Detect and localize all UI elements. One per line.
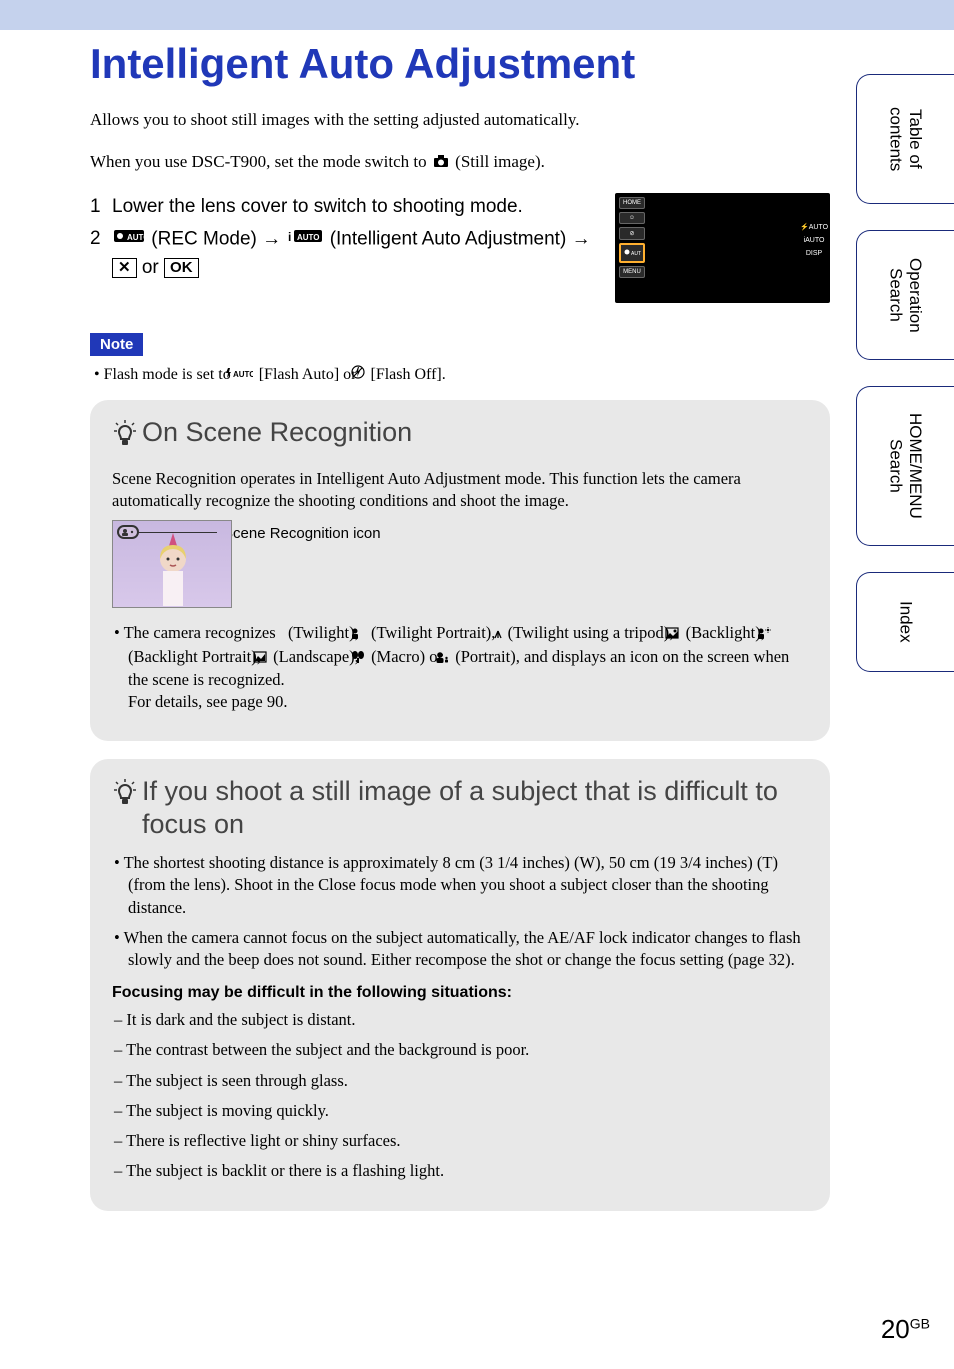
still-image-icon [433, 151, 449, 175]
page-title: Intelligent Auto Adjustment [90, 40, 830, 88]
intelligent-auto-icon: i AUTO [288, 225, 322, 254]
page-content: Intelligent Auto Adjustment Allows you t… [90, 30, 830, 1229]
cp-auto-selected: AUTO [619, 243, 645, 263]
tip2-b1: • The shortest shooting distance is appr… [112, 852, 808, 919]
intro-p2: When you use DSC-T900, set the mode swit… [90, 150, 830, 175]
ok-button: OK [164, 258, 199, 278]
tip2-title: If you shoot a still image of a subject … [142, 775, 808, 840]
tip-scene-recognition: On Scene Recognition Scene Recognition o… [90, 400, 830, 741]
tip1-pre: • The camera recognizes [114, 623, 280, 642]
svg-text:i: i [288, 230, 291, 244]
step2-mid: (Intelligent Auto Adjustment) → [330, 229, 591, 250]
camera-right-strip: ⚡AUTO iAUTO DISP [802, 223, 826, 299]
cp-menu: MENU [619, 266, 645, 278]
tip1-title-row: On Scene Recognition [112, 416, 808, 455]
note-block: Note • Flash mode is set to AUTO [Flash … [90, 333, 830, 387]
tip2-d5: – There is reflective light or shiny sur… [112, 1130, 808, 1152]
person-figure [148, 531, 198, 606]
tab-home-menu-search[interactable]: HOME/MENU Search [856, 386, 954, 546]
cp-home: HOME [619, 197, 645, 209]
cp-iauto: iAUTO [804, 237, 825, 244]
tip1-landscape: (Landscape), [273, 647, 363, 666]
note-mid1: [Flash Auto] or [259, 366, 361, 383]
note-bullet: • Flash mode is set to AUTO [Flash Auto]… [94, 364, 830, 387]
note-pre: • Flash mode is set to [94, 366, 235, 383]
cp-smile-icon: ☺ [619, 212, 645, 224]
intro-block: Allows you to shoot still images with th… [90, 108, 830, 175]
portrait-small-icon [121, 528, 135, 536]
tip1-backlight-portrait: (Backlight Portrait), [128, 647, 265, 666]
tip2-d3: – The subject is seen through glass. [112, 1070, 808, 1092]
step2-num: 2 [90, 225, 112, 282]
tab-index-label: Index [896, 601, 916, 643]
flash-auto-icon: AUTO [237, 364, 253, 386]
note-mid2: [Flash Off]. [371, 366, 446, 383]
tip1-title: On Scene Recognition [142, 416, 412, 448]
scene-image [112, 520, 232, 608]
focus-heading: Focusing may be difficult in the followi… [112, 982, 808, 1004]
tip1-details: For details, see page 90. [128, 692, 287, 711]
page-num-value: 20 [881, 1314, 910, 1344]
tip2-d1: – It is dark and the subject is distant. [112, 1009, 808, 1031]
bulb-icon [112, 779, 138, 814]
camera-left-strip: HOME ☺ ⊘ AUTO MENU [619, 197, 645, 299]
tip2-body: • The shortest shooting distance is appr… [112, 852, 808, 1183]
scene-icon-box [117, 525, 139, 539]
intro-p2-pre: When you use DSC-T900, set the mode swit… [90, 152, 431, 171]
cp-disp: DISP [806, 250, 822, 257]
tip-focus-difficult: If you shoot a still image of a subject … [90, 759, 830, 1210]
note-label: Note [90, 333, 143, 356]
steps-row: 1 Lower the lens cover to switch to shoo… [90, 193, 830, 303]
cp-off-icon: ⊘ [619, 227, 645, 240]
tip2-title-row: If you shoot a still image of a subject … [112, 775, 808, 840]
step-1: 1 Lower the lens cover to switch to shoo… [90, 193, 595, 222]
rec-mode-icon: AUTO [114, 225, 144, 254]
tip1-body: Scene Recognition operates in Intelligen… [112, 468, 808, 714]
tab-home-label: HOME/MENU Search [886, 399, 925, 533]
page-number: 20GB [881, 1314, 930, 1345]
step1-text: Lower the lens cover to switch to shooti… [112, 193, 595, 222]
top-bar [0, 0, 954, 30]
steps-list: 1 Lower the lens cover to switch to shoo… [90, 193, 595, 287]
tip1-bullet: • The camera recognizes (Twilight), (Twi… [112, 622, 808, 713]
flash-off-icon [363, 364, 365, 386]
scene-callout-line [137, 532, 217, 533]
intro-p1: Allows you to shoot still images with th… [90, 108, 830, 132]
svg-text:AUTO: AUTO [631, 251, 641, 257]
tip2-d2: – The contrast between the subject and t… [112, 1039, 808, 1061]
tab-table-of-contents[interactable]: Table of contents [856, 74, 954, 204]
step1-num: 1 [90, 193, 112, 222]
bulb-icon [112, 420, 138, 455]
svg-text:AUTO: AUTO [127, 233, 144, 242]
tip2-d6: – The subject is backlit or there is a f… [112, 1160, 808, 1182]
scene-label: Scene Recognition icon [223, 524, 381, 544]
cp-flash-auto: ⚡AUTO [800, 223, 828, 231]
tab-operation-search[interactable]: Operation Search [856, 230, 954, 360]
step2-pre: (REC Mode) → [151, 229, 286, 250]
tip1-twilight-portrait: (Twilight Portrait), [371, 623, 500, 642]
svg-text:AUTO: AUTO [297, 233, 320, 242]
intro-p2-post: (Still image). [455, 152, 545, 171]
step2-text: AUTO (REC Mode) → i AUTO (Intelligent Aut… [112, 225, 595, 282]
tip1-p1: Scene Recognition operates in Intelligen… [112, 468, 808, 513]
tip1-twilight-tripod: (Twilight using a tripod), [508, 623, 678, 642]
tip2-d4: – The subject is moving quickly. [112, 1100, 808, 1122]
svg-text:AUTO: AUTO [233, 370, 253, 379]
camera-preview: HOME ☺ ⊘ AUTO MENU ⚡AUTO iAUTO DISP [615, 193, 830, 303]
tab-op-label: Operation Search [886, 243, 925, 347]
tip2-b2: • When the camera cannot focus on the su… [112, 927, 808, 972]
tab-index[interactable]: Index [856, 572, 954, 672]
side-tabs: Table of contents Operation Search HOME/… [856, 74, 954, 672]
tab-toc-label: Table of contents [886, 87, 925, 191]
close-x-button: ✕ [112, 258, 137, 278]
scene-figure: Scene Recognition icon [112, 520, 808, 608]
page-suffix: GB [910, 1315, 930, 1331]
step-2: 2 AUTO (REC Mode) → i AUTO (Intelligent A… [90, 225, 595, 282]
step2-or: or [142, 257, 164, 278]
